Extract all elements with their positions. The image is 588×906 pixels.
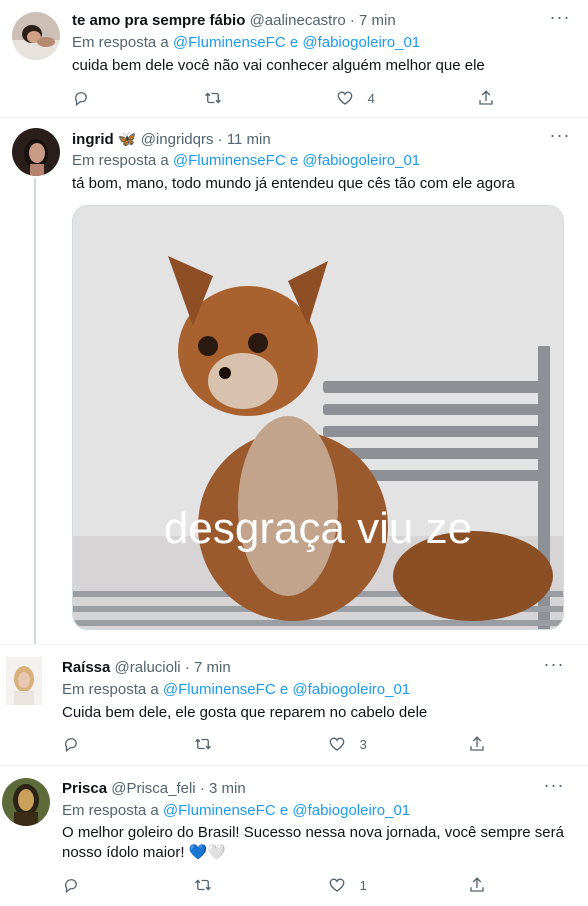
tweet-text-fragment: nosso ídolo maior! bbox=[62, 844, 185, 861]
share-button[interactable] bbox=[468, 735, 486, 755]
like-count: 4 bbox=[367, 90, 375, 106]
mention-link[interactable]: @FluminenseFC bbox=[163, 802, 276, 819]
display-name[interactable]: Raíssa bbox=[62, 659, 110, 676]
tweet-text-line: nosso ídolo maior! 💙🤍 bbox=[62, 843, 572, 863]
like-icon bbox=[329, 878, 345, 892]
like-button[interactable]: 1 bbox=[328, 876, 367, 896]
tweet-text: cuida bem dele você não vai conhecer alg… bbox=[72, 57, 485, 74]
timestamp[interactable]: 7 min bbox=[194, 659, 231, 676]
like-icon bbox=[329, 737, 345, 751]
like-icon bbox=[337, 91, 353, 105]
avatar[interactable] bbox=[12, 128, 60, 176]
meme-caption: desgraça viu ze bbox=[163, 504, 473, 553]
handle[interactable]: @ralucioli bbox=[115, 659, 181, 676]
handle[interactable]: @aalinecastro bbox=[250, 12, 346, 29]
handle[interactable]: @Prisca_feli bbox=[111, 780, 195, 797]
timestamp[interactable]: 3 min bbox=[209, 780, 246, 797]
tweet-text: tá bom, mano, todo mundo já entendeu que… bbox=[72, 175, 515, 192]
mention-link[interactable]: @fabiogoleiro_01 bbox=[302, 34, 420, 51]
reply-context: Em resposta a @FluminenseFC e @fabiogole… bbox=[62, 681, 410, 698]
display-name[interactable]: Prisca bbox=[62, 780, 107, 797]
handle[interactable]: @ingridqrs bbox=[141, 131, 214, 148]
action-bar: 1 bbox=[62, 876, 492, 896]
reply-prefix: Em resposta a bbox=[62, 681, 159, 698]
separator: · bbox=[349, 12, 355, 29]
mention-link[interactable]: @fabiogoleiro_01 bbox=[302, 152, 420, 169]
reply-icon bbox=[64, 738, 77, 753]
retweet-button[interactable] bbox=[194, 876, 222, 896]
tweet[interactable]: Prisca @Prisca_feli · 3 min ··· Em respo… bbox=[0, 766, 588, 906]
fox-meme-image bbox=[73, 206, 563, 629]
avatar[interactable] bbox=[6, 657, 42, 705]
share-icon bbox=[479, 90, 493, 105]
retweet-button[interactable] bbox=[204, 89, 232, 109]
reply-context: Em resposta a @FluminenseFC e @fabiogole… bbox=[72, 152, 420, 169]
timestamp[interactable]: 7 min bbox=[359, 12, 396, 29]
more-icon[interactable]: ··· bbox=[542, 776, 566, 800]
heart-emoji: 💙🤍 bbox=[188, 844, 227, 861]
avatar[interactable] bbox=[12, 12, 60, 60]
tweet-text-line: O melhor goleiro do Brasil! Sucesso ness… bbox=[62, 824, 564, 841]
reply-joiner: e bbox=[289, 34, 299, 51]
butterfly-emoji: 🦋 bbox=[117, 131, 137, 148]
share-button[interactable] bbox=[468, 876, 486, 896]
more-icon[interactable]: ··· bbox=[548, 8, 572, 32]
reply-context: Em resposta a @FluminenseFC e @fabiogole… bbox=[72, 34, 420, 51]
separator: · bbox=[217, 131, 223, 148]
reply-icon bbox=[64, 879, 77, 894]
tweet-text: Cuida bem dele, ele gosta que reparem no… bbox=[62, 704, 428, 721]
retweet-button[interactable] bbox=[194, 735, 222, 755]
reply-button[interactable] bbox=[72, 89, 100, 109]
tweet[interactable]: te amo pra sempre fábio @aalinecastro · … bbox=[0, 0, 588, 117]
action-bar: 4 bbox=[72, 89, 502, 109]
reply-button[interactable] bbox=[62, 735, 90, 755]
reply-joiner: e bbox=[279, 681, 289, 698]
retweet-icon bbox=[195, 879, 211, 891]
like-button[interactable]: 3 bbox=[328, 735, 367, 755]
mention-link[interactable]: @FluminenseFC bbox=[163, 681, 276, 698]
share-icon bbox=[470, 877, 484, 892]
tweet-text: O melhor goleiro do Brasil! Sucesso ness… bbox=[62, 823, 572, 863]
like-count: 1 bbox=[359, 877, 367, 893]
display-name[interactable]: ingrid bbox=[72, 131, 114, 148]
mention-link[interactable]: @fabiogoleiro_01 bbox=[292, 802, 410, 819]
mention-link[interactable]: @FluminenseFC bbox=[173, 152, 286, 169]
reply-prefix: Em resposta a bbox=[72, 34, 169, 51]
reply-prefix: Em resposta a bbox=[72, 152, 169, 169]
retweet-icon bbox=[205, 92, 221, 104]
more-icon[interactable]: ··· bbox=[542, 655, 566, 679]
like-button[interactable]: 4 bbox=[336, 89, 375, 109]
reply-prefix: Em resposta a bbox=[62, 802, 159, 819]
mention-link[interactable]: @FluminenseFC bbox=[173, 34, 286, 51]
separator: · bbox=[184, 659, 190, 676]
action-bar: 3 bbox=[62, 735, 492, 755]
share-icon bbox=[470, 736, 484, 751]
media-image[interactable]: desgraça viu ze bbox=[72, 205, 564, 630]
separator: · bbox=[199, 780, 205, 797]
mention-link[interactable]: @fabiogoleiro_01 bbox=[292, 681, 410, 698]
more-icon[interactable]: ··· bbox=[548, 126, 572, 150]
like-count: 3 bbox=[359, 736, 367, 752]
display-name[interactable]: te amo pra sempre fábio bbox=[72, 12, 245, 29]
reply-joiner: e bbox=[289, 152, 299, 169]
avatar[interactable] bbox=[2, 778, 50, 826]
reply-context: Em resposta a @FluminenseFC e @fabiogole… bbox=[62, 802, 410, 819]
reply-button[interactable] bbox=[62, 876, 90, 896]
retweet-icon bbox=[195, 738, 211, 750]
reply-joiner: e bbox=[279, 802, 289, 819]
tweet[interactable]: Raíssa @ralucioli · 7 min ··· Em respost… bbox=[0, 645, 588, 765]
reply-icon bbox=[74, 92, 87, 107]
timestamp[interactable]: 11 min bbox=[227, 131, 271, 148]
share-button[interactable] bbox=[477, 89, 495, 109]
